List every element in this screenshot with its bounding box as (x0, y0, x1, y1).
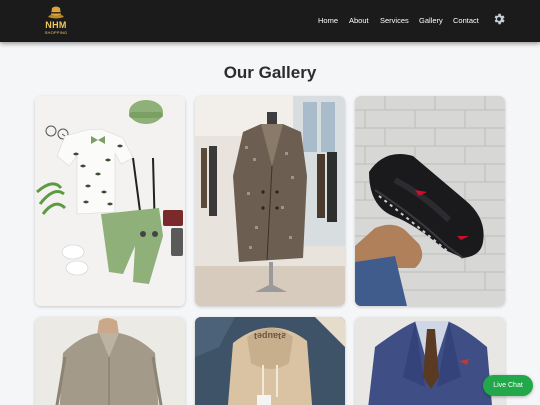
brand-logo[interactable]: NHM SHOPPING (40, 4, 72, 38)
hat-logo-icon (48, 6, 64, 19)
grey-blazer-image (35, 317, 185, 405)
nav-contact[interactable]: Contact (453, 14, 479, 28)
live-chat-button[interactable]: Live Chat (483, 375, 533, 396)
gallery-item-navy-suit[interactable] (355, 317, 505, 405)
nav-gallery[interactable]: Gallery (419, 14, 443, 28)
gallery-item-houndstooth-coat[interactable] (195, 96, 345, 306)
gallery-item-grey-blazer[interactable] (35, 317, 185, 405)
gear-icon[interactable] (492, 12, 506, 26)
gallery-title: Our Gallery (223, 63, 317, 82)
beige-hoodie-image: ƨʇaupeʇ (195, 317, 345, 405)
gallery-item-kids-outfit[interactable] (35, 96, 185, 306)
gallery-item-black-sneaker[interactable] (355, 96, 505, 306)
kids-outfit-image (35, 96, 185, 306)
nav-services[interactable]: Services (380, 14, 409, 28)
svg-text:ƨʇaupeʇ: ƨʇaupeʇ (254, 331, 286, 341)
houndstooth-coat-image (195, 96, 345, 306)
navy-suit-image (355, 317, 505, 405)
brand-name: NHM (45, 20, 67, 30)
nav-home[interactable]: Home (318, 14, 338, 28)
black-sneaker-image (355, 96, 505, 306)
top-navbar: NHM SHOPPING Home About Services Gallery… (0, 0, 540, 42)
brand-tagline: SHOPPING (44, 30, 68, 35)
nav-about[interactable]: About (349, 14, 369, 28)
gallery-item-beige-hoodie[interactable]: ƨʇaupeʇ (195, 317, 345, 405)
